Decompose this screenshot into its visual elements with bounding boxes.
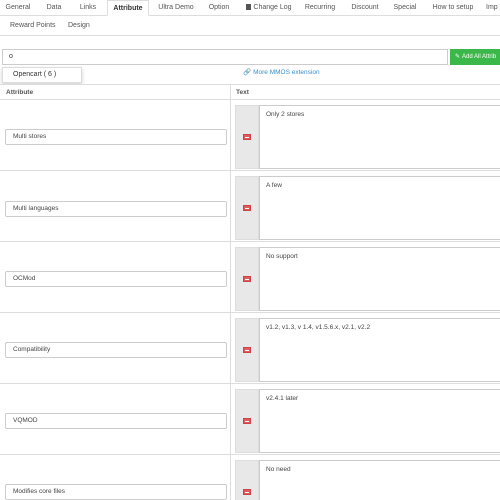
- table-row: VQMOD v2.4.1 later: [0, 384, 500, 455]
- attribute-search-input[interactable]: o: [2, 49, 448, 65]
- table-row: Compatibility v1.2, v1.3, v 1.4, v1.5.6.…: [0, 313, 500, 384]
- language-cell: [235, 460, 259, 500]
- table-row: Multi languages A few: [0, 171, 500, 242]
- document-icon: [246, 4, 252, 10]
- column-header-attribute: Attribute: [6, 89, 34, 96]
- column-divider: [230, 313, 231, 383]
- tab-design[interactable]: Design: [68, 19, 90, 33]
- attribute-text-area[interactable]: Only 2 stores: [259, 105, 500, 169]
- attribute-name-input[interactable]: VQMOD: [5, 413, 227, 429]
- table-header: Attribute Text: [0, 84, 500, 100]
- tab-change-log[interactable]: Change Log: [244, 0, 294, 15]
- link-icon: 🔗: [243, 69, 252, 76]
- table-row: OCMod No support: [0, 242, 500, 313]
- table-row: Modifies core files No need: [0, 455, 500, 500]
- add-all-attributes-label: Add All Attrib: [462, 54, 497, 60]
- column-divider: [230, 242, 231, 312]
- attribute-text-area[interactable]: v2.4.1 later: [259, 389, 500, 453]
- column-divider: [230, 384, 231, 454]
- attribute-text-area[interactable]: No support: [259, 247, 500, 311]
- table-row: Multi stores Only 2 stores: [0, 100, 500, 171]
- language-flag-icon: [243, 276, 251, 282]
- add-all-attributes-button[interactable]: ✎ Add All Attrib: [450, 49, 500, 65]
- attribute-text-area[interactable]: No need: [259, 460, 500, 500]
- header-divider: [230, 85, 231, 100]
- tab-general[interactable]: General: [4, 0, 32, 15]
- language-cell: [235, 247, 259, 311]
- language-cell: [235, 318, 259, 382]
- attribute-name-input[interactable]: Modifies core files: [5, 484, 227, 500]
- language-flag-icon: [243, 418, 251, 424]
- attribute-text-area[interactable]: v1.2, v1.3, v 1.4, v1.5.6.x, v2.1, v2.2: [259, 318, 500, 382]
- attribute-name-input[interactable]: Compatibility: [5, 342, 227, 358]
- language-cell: [235, 176, 259, 240]
- tab-import[interactable]: Imp: [486, 0, 500, 15]
- tab-how-to-setup[interactable]: How to setup: [430, 0, 476, 15]
- more-mmos-link[interactable]: 🔗 More MMOS extension: [243, 68, 320, 76]
- tab-discount[interactable]: Discount: [348, 0, 382, 15]
- tab-attribute[interactable]: Attribute: [107, 0, 149, 16]
- tab-bar: General Data Links Attribute Ultra Demo …: [0, 0, 500, 16]
- attribute-name-input[interactable]: Multi stores: [5, 129, 227, 145]
- attribute-text-area[interactable]: A few: [259, 176, 500, 240]
- pencil-icon: ✎: [455, 54, 461, 60]
- column-divider: [230, 100, 231, 170]
- attribute-name-input[interactable]: OCMod: [5, 271, 227, 287]
- tab-change-log-label: Change Log: [253, 4, 292, 11]
- language-flag-icon: [243, 347, 251, 353]
- column-header-text: Text: [236, 89, 249, 96]
- tab-bar-row2: Reward Points Design: [0, 15, 500, 36]
- language-cell: [235, 389, 259, 453]
- tab-data[interactable]: Data: [44, 0, 64, 15]
- autocomplete-option[interactable]: Opencart ( 6 ): [2, 67, 82, 83]
- language-flag-icon: [243, 489, 251, 495]
- tab-option[interactable]: Option: [206, 0, 232, 15]
- more-mmos-link-label: More MMOS extension: [253, 69, 320, 76]
- tab-recurring[interactable]: Recurring: [303, 0, 337, 15]
- tab-reward-points[interactable]: Reward Points: [10, 19, 56, 33]
- language-flag-icon: [243, 134, 251, 140]
- tab-ultra-demo[interactable]: Ultra Demo: [156, 0, 196, 15]
- language-cell: [235, 105, 259, 169]
- tab-special[interactable]: Special: [392, 0, 418, 15]
- column-divider: [230, 455, 231, 500]
- language-flag-icon: [243, 205, 251, 211]
- tab-links[interactable]: Links: [76, 0, 100, 15]
- attribute-name-input[interactable]: Multi languages: [5, 201, 227, 217]
- column-divider: [230, 171, 231, 241]
